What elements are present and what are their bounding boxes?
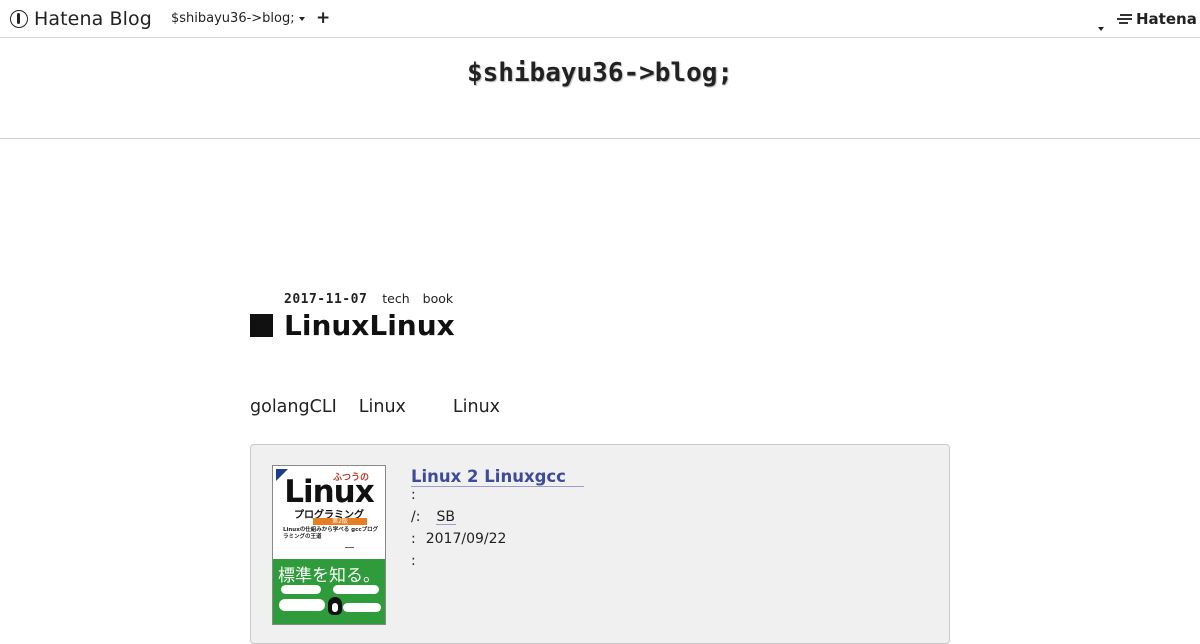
product-author: : <box>411 487 584 503</box>
cover-tagline: Linuxの仕組みから学べる gccプログラミングの王道 <box>283 527 379 540</box>
entry-title: LinuxLinux <box>250 309 455 342</box>
category-book[interactable]: book <box>423 291 453 306</box>
maker-link[interactable]: SB <box>436 509 456 525</box>
entry-text-segment: Linux <box>452 397 501 417</box>
cover-bubble <box>281 585 321 594</box>
product-extra: : <box>411 553 584 569</box>
cover-author-mark: ━━━ <box>345 545 355 551</box>
cover-bubble <box>279 599 325 611</box>
product-maker: /: SB <box>411 509 584 525</box>
entry-title-text[interactable]: LinuxLinux <box>284 309 455 342</box>
blog-selector[interactable]: $shibayu36->blog; <box>171 11 305 26</box>
category-tech[interactable]: tech <box>382 291 409 306</box>
cover-title: Linux <box>284 474 375 510</box>
cover-bubble <box>343 603 381 612</box>
penguin-icon <box>328 597 342 615</box>
date-value: 2017/09/22 <box>425 531 507 547</box>
cover-edition: 第2版 <box>313 518 367 525</box>
cover-bottom-title: 標準を知る。 <box>278 566 380 586</box>
entry-text-segment: golangCLI <box>250 397 337 417</box>
hatena-blog-logo-icon <box>10 10 28 28</box>
hatena-blog-logo-text: Hatena Blog <box>34 8 152 30</box>
square-icon <box>250 314 273 337</box>
author-label: : <box>411 487 416 503</box>
global-header: Hatena Blog $shibayu36->blog; + Hatena <box>0 0 1200 38</box>
extra-label: : <box>411 553 416 569</box>
blog-header: $shibayu36->blog; <box>0 39 1200 139</box>
cover-bottom-panel: 標準を知る。 <box>273 559 385 624</box>
date-label: : <box>411 531 416 547</box>
chevron-down-icon <box>1098 27 1104 31</box>
entry-date[interactable]: 2017-11-07 <box>284 292 367 307</box>
menu-dropdown[interactable] <box>1094 16 1104 35</box>
maker-label: /: <box>411 509 421 525</box>
cover-bubble <box>333 585 379 594</box>
chevron-down-icon <box>298 16 305 21</box>
book-cover[interactable]: ふつうの Linux プログラミング 第2版 Linuxの仕組みから学べる gc… <box>272 465 386 625</box>
hatena-logo-text: Hatena <box>1136 10 1197 28</box>
entry-meta: 2017-11-07 tech book <box>284 291 453 307</box>
entry-text-segment: Linux <box>358 397 406 417</box>
hatena-logo-icon <box>1117 13 1133 25</box>
product-embed: ふつうの Linux プログラミング 第2版 Linuxの仕組みから学べる gc… <box>250 444 950 644</box>
product-title-link[interactable]: Linux 2 Linuxgcc <box>411 467 584 487</box>
hatena-blog-logo[interactable]: Hatena Blog <box>10 7 152 31</box>
product-info: Linux 2 Linuxgcc : /: SB : 2017/09/22 : <box>411 467 584 569</box>
blog-title[interactable]: $shibayu36->blog; <box>0 58 1200 88</box>
entry-body: golangCLI Linux Linux <box>250 397 500 417</box>
add-button[interactable]: + <box>316 8 330 28</box>
product-date: : 2017/09/22 <box>411 531 584 547</box>
blog-selector-label: $shibayu36->blog; <box>171 11 295 26</box>
hatena-logo[interactable]: Hatena <box>1117 10 1197 28</box>
